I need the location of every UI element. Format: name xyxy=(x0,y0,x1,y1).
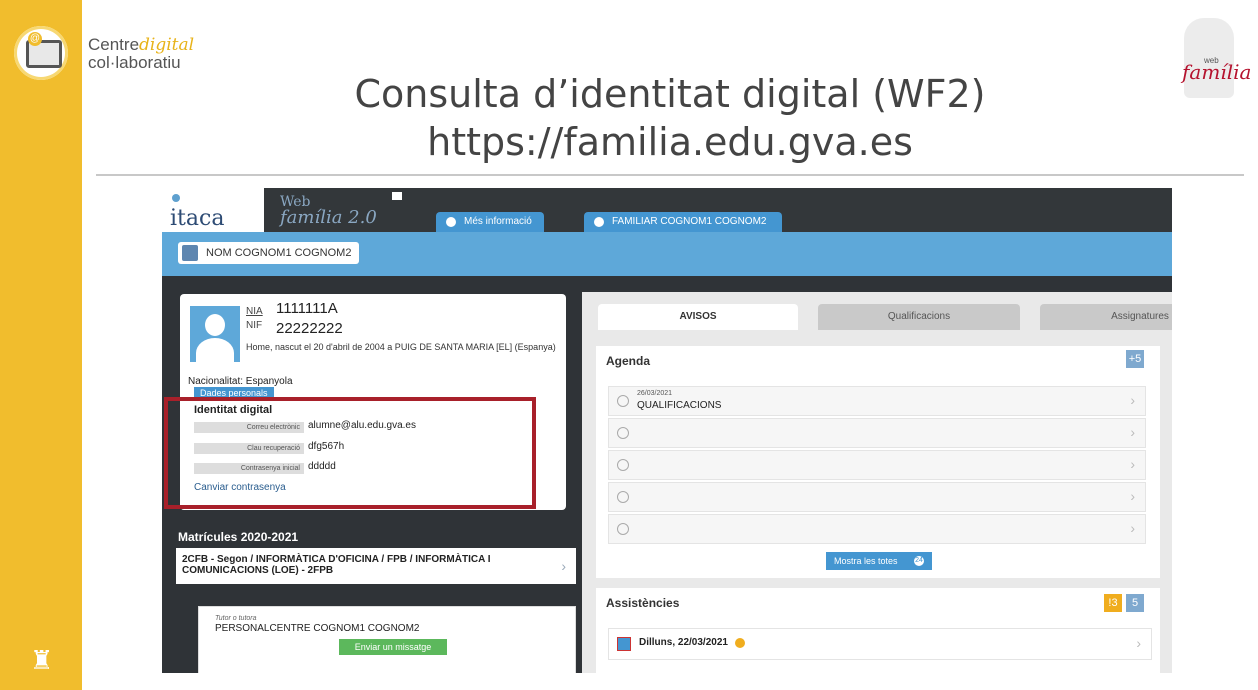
generalitat-crest-icon: ♜ xyxy=(30,645,54,675)
assistencies-header: Assistències xyxy=(606,596,680,610)
agenda-row[interactable]: › xyxy=(608,418,1146,448)
show-all-label: Mostra les totes xyxy=(834,556,898,566)
clock-icon xyxy=(617,427,629,439)
agenda-row-title: QUALIFICACIONS xyxy=(637,400,722,411)
enrollments-header: Matrícules 2020-2021 xyxy=(178,530,299,544)
chevron-right-icon: › xyxy=(1130,424,1135,440)
student-name: NOM COGNOM1 COGNOM2 xyxy=(206,247,352,259)
warning-dot-icon xyxy=(735,638,745,648)
agenda-more-badge[interactable]: +5 xyxy=(1126,350,1144,368)
agenda-header: Agenda xyxy=(606,354,651,368)
send-message-button[interactable]: Enviar un missatge xyxy=(339,639,447,655)
show-all-count: 24 xyxy=(914,556,924,566)
tab-familiar[interactable]: FAMILIAR COGNOM1 COGNOM2 xyxy=(584,212,782,232)
show-all-button[interactable]: Mostra les totes 24 xyxy=(826,552,932,570)
enrollment-item[interactable]: 2CFB - Segon / INFORMÀTICA D'OFICINA / F… xyxy=(176,548,576,584)
brand-word-digital: digital xyxy=(139,35,195,55)
tab-qualificacions[interactable]: Qualificacions xyxy=(818,304,1020,330)
brand-name: Centredigital col·laboratiu xyxy=(88,36,194,72)
tab-avisos[interactable]: AVISOS xyxy=(598,304,798,330)
student-selector[interactable]: NOM COGNOM1 COGNOM2 xyxy=(178,242,360,264)
avatar-icon xyxy=(190,306,240,362)
clock-icon xyxy=(617,395,629,407)
chevron-right-icon: › xyxy=(1136,635,1141,651)
itaca-dot-icon xyxy=(172,194,180,202)
user-icon xyxy=(594,217,604,227)
clock-icon xyxy=(617,491,629,503)
tutor-label: Tutor o tutora xyxy=(215,615,257,622)
agenda-row[interactable]: › xyxy=(608,482,1146,512)
tab-mes-informacio-label: Més informació xyxy=(464,216,532,227)
tab-mes-informacio[interactable]: Més informació xyxy=(436,212,544,232)
brand-word-collaboratiu: col·laboratiu xyxy=(88,53,181,72)
chevron-right-icon: › xyxy=(561,558,566,574)
nationality: Nacionalitat: Espanyola xyxy=(188,376,293,387)
agenda-row[interactable]: › xyxy=(608,514,1146,544)
slide-title: Consulta d’identitat digital (WF2) https… xyxy=(300,70,1040,166)
wf-logo-text: família xyxy=(1182,60,1252,84)
clock-icon xyxy=(617,459,629,471)
slide-title-url: https://familia.edu.gva.es xyxy=(427,120,913,164)
clock-icon xyxy=(617,523,629,535)
agenda-row[interactable]: › xyxy=(608,450,1146,480)
student-icon xyxy=(182,245,198,261)
nia-value: 1111111A xyxy=(276,300,338,317)
itaca-logo[interactable]: itaca xyxy=(162,188,264,232)
nif-value: 22222222 xyxy=(276,320,343,337)
tutor-card: Tutor o tutora PERSONALCENTRE COGNOM1 CO… xyxy=(198,606,576,673)
assistencia-date: Dilluns, 22/03/2021 xyxy=(639,637,728,648)
enrollment-text: 2CFB - Segon / INFORMÀTICA D'OFICINA / F… xyxy=(182,554,491,576)
centre-digital-logo-icon: @ xyxy=(14,26,68,80)
calendar-icon xyxy=(617,637,631,651)
agenda-row-date: 26/03/2021 xyxy=(637,390,673,397)
chevron-right-icon: › xyxy=(1130,456,1135,472)
tutor-name: PERSONALCENTRE COGNOM1 COGNOM2 xyxy=(215,623,420,634)
identity-highlight-box xyxy=(164,397,536,509)
chevron-right-icon: › xyxy=(1130,488,1135,504)
nif-label: NIF xyxy=(246,320,263,331)
chevron-right-icon: › xyxy=(1130,520,1135,536)
assistencies-count-badge[interactable]: 5 xyxy=(1126,594,1144,612)
chevron-right-icon: › xyxy=(1130,392,1135,408)
agenda-card: Agenda +5 26/03/2021 QUALIFICACIONS › › … xyxy=(596,346,1160,578)
title-divider xyxy=(96,174,1244,176)
nia-label: NIA xyxy=(246,306,263,317)
product-name-familia: família 2.0 xyxy=(280,207,377,228)
web-familia-logo-icon: web família xyxy=(1174,18,1254,98)
birth-info: Home, nascut el 20 d'abril de 2004 a PUI… xyxy=(246,342,556,352)
tab-familiar-label: FAMILIAR COGNOM1 COGNOM2 xyxy=(612,216,767,227)
tab-assignatures[interactable]: Assignatures xyxy=(1040,304,1172,330)
itaca-logo-text: itaca xyxy=(170,206,225,231)
assistencies-warning-badge[interactable]: !3 xyxy=(1104,594,1122,612)
slide-title-line1: Consulta d’identitat digital (WF2) xyxy=(354,72,986,116)
info-icon xyxy=(446,217,456,227)
agenda-row[interactable]: 26/03/2021 QUALIFICACIONS › xyxy=(608,386,1146,416)
brand-word-centre: Centre xyxy=(88,35,140,54)
product-name: Web família 2.0 xyxy=(280,194,377,228)
slide-sidebar: @ ♜ xyxy=(0,0,82,690)
assistencia-row[interactable]: Dilluns, 22/03/2021 › xyxy=(608,628,1152,660)
corner-mark xyxy=(392,192,402,200)
